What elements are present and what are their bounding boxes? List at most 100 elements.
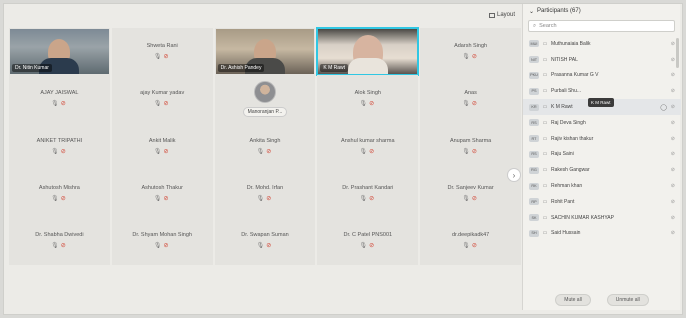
- participant-name: Raj Deva Singh: [551, 119, 586, 126]
- participant-avatar-badge: KR: [529, 103, 539, 111]
- participant-tile[interactable]: Adarsh Singh 🎙︎⊘: [420, 28, 521, 76]
- status-icons: 🎙︎⊘: [51, 148, 68, 155]
- participant-row[interactable]: NIT ▭ NITISH PAL ⊘: [523, 52, 681, 68]
- search-icon: ⌕: [533, 22, 537, 29]
- participant-name: Rohit Pant: [551, 198, 575, 205]
- participant-avatar-badge: RG: [529, 166, 539, 174]
- mic-off-icon: ⊘: [670, 151, 675, 158]
- camera-off-icon: ⊘: [471, 196, 479, 203]
- mute-all-button[interactable]: Mute all: [555, 294, 591, 306]
- video-grid: Dr. Nitin Kumar Shweta Rani 🎙︎⊘ Dr. Ashish …: [9, 26, 521, 312]
- participant-scrollbar[interactable]: [676, 38, 679, 68]
- participant-avatar-badge: PS: [529, 87, 539, 95]
- participant-tile[interactable]: Dr. Sanjeev Kumar 🎙︎⊘: [420, 169, 521, 218]
- camera-off-icon: ⊘: [163, 243, 171, 250]
- participant-tile[interactable]: Dr. Nitin Kumar: [9, 28, 110, 76]
- participant-tile[interactable]: ANIKET TRIPATHI 🎙︎⊘: [9, 122, 110, 170]
- participant-avatar-badge: MUI: [529, 40, 539, 48]
- video-icon: ▭: [542, 198, 548, 205]
- participant-tile[interactable]: Ankita Singh 🎙︎⊘: [214, 122, 316, 170]
- participant-tile[interactable]: Dr. C Patel PNS001 🎙︎⊘: [317, 217, 419, 265]
- status-icons: 🎙︎⊘: [359, 148, 376, 155]
- mic-icon: 🎙︎: [359, 196, 370, 203]
- mic-icon: 🎙︎: [51, 196, 61, 203]
- participant-name: Rajiv kishan thakur: [551, 135, 594, 142]
- mic-icon: 🎙︎: [462, 54, 472, 61]
- participant-avatar-badge: PKU: [529, 71, 539, 79]
- participant-row[interactable]: RS ▭ Raj Deva Singh ⊘: [523, 115, 681, 131]
- camera-off-icon: ⊘: [369, 148, 377, 155]
- participant-tile[interactable]: Dr. Prashant Kandari 🎙︎⊘: [317, 169, 419, 218]
- collapse-chevron-icon[interactable]: ⌄: [529, 8, 534, 15]
- video-icon: ▭: [542, 135, 548, 142]
- layout-label: Layout: [496, 12, 515, 18]
- camera-off-icon: ⊘: [60, 243, 68, 250]
- participant-row[interactable]: RS ▭ Raju Saini ⊘: [523, 147, 681, 163]
- participant-name: Rakesh Gangwar: [551, 167, 590, 174]
- mic-icon: 🎙︎: [51, 148, 61, 155]
- camera-off-icon: ⊘: [471, 101, 479, 108]
- participant-name: ajay Kumar yadav: [140, 90, 185, 97]
- participant-avatar-badge: RP: [529, 198, 539, 206]
- camera-off-icon: ⊘: [369, 243, 377, 250]
- participant-tile[interactable]: Dr. Ashish Pandey: [214, 28, 316, 76]
- status-icons: 🎙︎⊘: [462, 242, 479, 249]
- participant-row[interactable]: RP ▭ Rohit Pant ⊘: [523, 194, 681, 210]
- participant-tile[interactable]: Anupam Sharma 🎙︎⊘: [420, 122, 521, 170]
- mic-icon: 🎙︎: [359, 148, 370, 155]
- participant-row[interactable]: PKU ▭ Prasanna Kumar G V ⊘: [523, 68, 681, 84]
- unmute-all-button[interactable]: Unmute all: [606, 294, 649, 306]
- participant-row[interactable]: SK ▭ SACHIN KUMAR KASHYAP ⊘: [523, 210, 681, 226]
- participant-tile[interactable]: Anshul kumar sharma 🎙︎⊘: [317, 122, 419, 170]
- status-icons: 🎙︎⊘: [359, 100, 376, 107]
- participant-avatar-badge: RT: [529, 135, 539, 143]
- participant-name: Rehman khan: [551, 183, 583, 190]
- participant-name: Anshul kumar sharma: [341, 137, 395, 144]
- participant-search-input[interactable]: ⌕ Search: [528, 20, 675, 32]
- participant-row[interactable]: RT ▭ Rajiv kishan thakur ⊘: [523, 131, 681, 147]
- participant-avatar-badge: NIT: [529, 56, 539, 64]
- participant-tile[interactable]: Dr. Shyam Mohan Singh 🎙︎⊘: [111, 217, 213, 265]
- more-options-icon[interactable]: ◯: [660, 104, 667, 111]
- participant-tile[interactable]: dr.deepikadk47 🎙︎⊘: [420, 217, 521, 265]
- video-icon: ▭: [542, 230, 548, 237]
- video-name-label: Dr. Ashish Pandey: [217, 64, 265, 73]
- next-page-button[interactable]: ›: [507, 168, 521, 182]
- video-icon: ▭: [542, 56, 548, 63]
- status-icons: 🎙︎⊘: [462, 53, 479, 60]
- participant-tile[interactable]: Ashutosh Thakur 🎙︎⊘: [111, 169, 213, 218]
- participant-row[interactable]: RK ▭ Rehman khan ⊘: [523, 178, 681, 194]
- mic-icon: 🎙︎: [256, 243, 267, 250]
- participant-row[interactable]: PS ▭ Purbali Shu... ⊘: [523, 83, 681, 99]
- status-icons: 🎙︎⊘: [154, 100, 171, 107]
- participant-row[interactable]: RG ▭ Rakesh Gangwar ⊘: [523, 162, 681, 178]
- layout-button[interactable]: Layout: [488, 12, 515, 18]
- status-icons: 🎙︎⊘: [154, 148, 171, 155]
- participants-panel: ⌄ Participants (67) ⌕ Search MUI ▭ Muthuna…: [522, 4, 681, 310]
- status-icons: 🎙︎⊘: [257, 242, 274, 249]
- participant-tile[interactable]: Shweta Rani 🎙︎⊘: [111, 28, 213, 76]
- participant-row[interactable]: SH ▭ Said Hussain ⊘: [523, 226, 681, 242]
- participant-tile[interactable]: Alok Singh 🎙︎⊘: [317, 75, 419, 123]
- participant-tile[interactable]: Dr. Shabha Dwivedi 🎙︎⊘: [9, 217, 110, 265]
- status-icons: 🎙︎⊘: [462, 195, 479, 202]
- camera-off-icon: ⊘: [163, 101, 171, 108]
- participant-tile[interactable]: Dr. Swapan Suman 🎙︎⊘: [214, 217, 316, 265]
- participant-tile[interactable]: ajay Kumar yadav 🎙︎⊘: [111, 75, 213, 123]
- participant-avatar-badge: SK: [529, 214, 539, 222]
- participant-name: Adarsh Singh: [454, 43, 488, 50]
- participant-tile[interactable]: Ankit Malik 🎙︎⊘: [111, 122, 213, 170]
- name-pill: Manoranjan P...: [242, 106, 288, 117]
- status-icons: 🎙︎⊘: [462, 100, 479, 107]
- participant-tile[interactable]: AJAY JAISWAL 🎙︎⊘: [9, 75, 110, 123]
- participant-tile[interactable]: Ashutosh Mishra 🎙︎⊘: [9, 169, 110, 218]
- participant-tile[interactable]: Dr. Mohd. Irfan 🎙︎⊘: [214, 169, 316, 218]
- participant-tile[interactable]: Anas 🎙︎⊘: [420, 75, 521, 123]
- participant-name: Said Hussain: [551, 230, 581, 237]
- participant-tile[interactable]: Manoranjan P...: [214, 75, 316, 123]
- person-body: [347, 58, 388, 75]
- mic-icon: 🎙︎: [256, 148, 267, 155]
- participant-name: Alok Singh: [354, 90, 381, 97]
- participant-tile[interactable]: K M Rawt: [316, 26, 420, 77]
- participant-row[interactable]: MUI ▭ Muthunaiaia Balik ⊘: [523, 36, 681, 52]
